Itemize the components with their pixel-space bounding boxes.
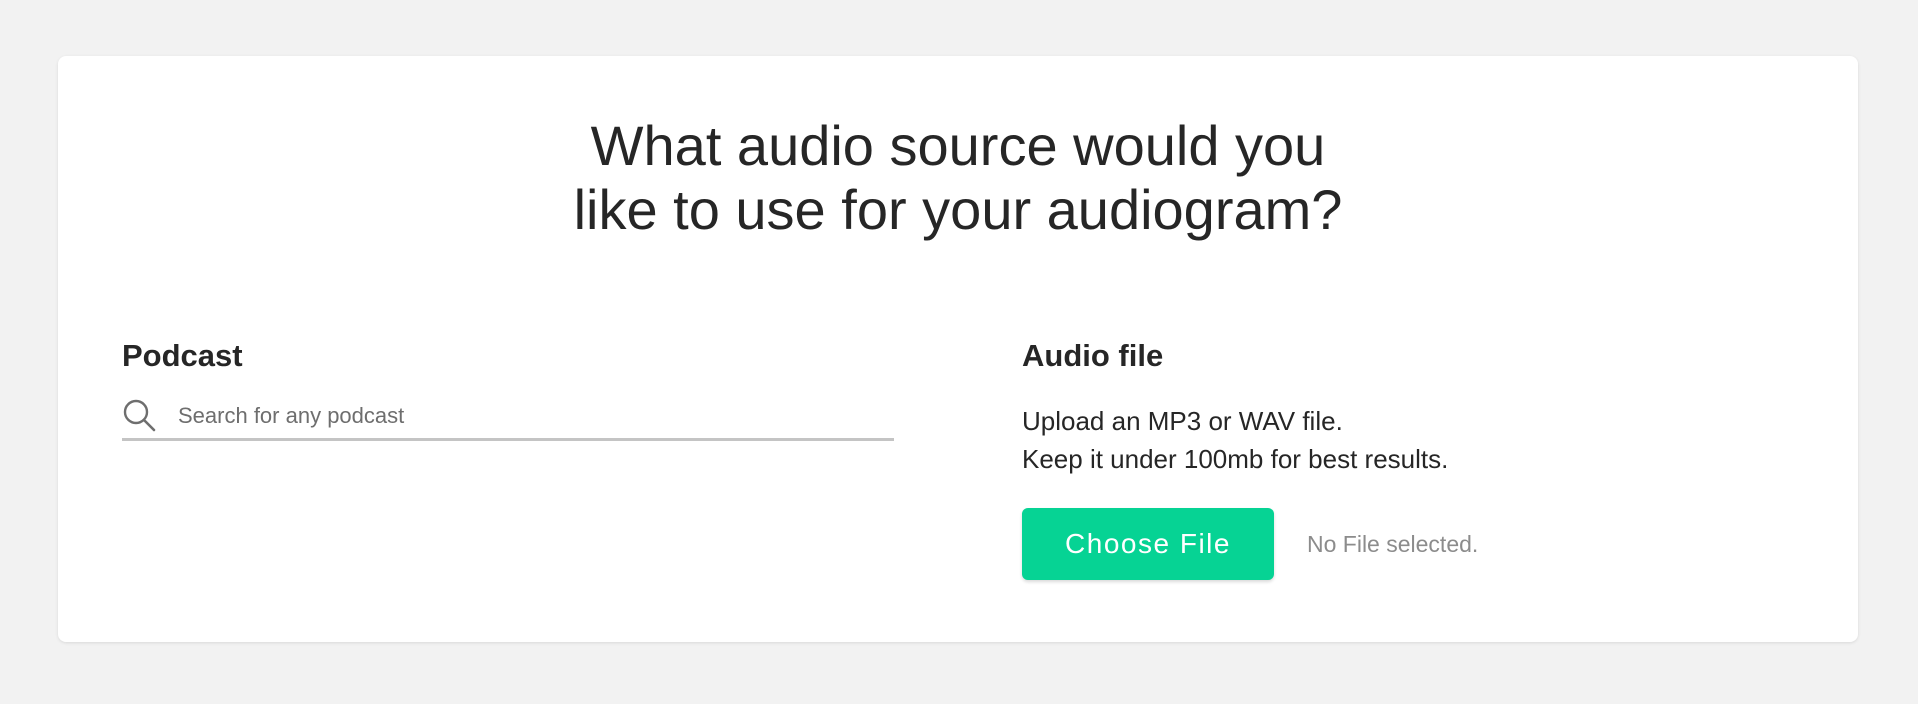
audio-file-heading: Audio file — [1022, 338, 1164, 373]
audio-file-description-line-1: Upload an MP3 or WAV file. — [1022, 406, 1343, 436]
audio-file-section: Audio file Upload an MP3 or WAV file. Ke… — [1022, 336, 1782, 580]
search-icon — [123, 399, 156, 432]
file-status-text: No File selected. — [1307, 530, 1479, 557]
podcast-heading: Podcast — [122, 338, 243, 373]
podcast-section: Podcast — [122, 336, 894, 441]
audio-source-card: What audio source would you like to use … — [58, 56, 1858, 642]
page-title-line-2: like to use for your audiogram? — [573, 178, 1343, 241]
page-title: What audio source would you like to use … — [58, 114, 1858, 242]
audio-file-description-line-2: Keep it under 100mb for best results. — [1022, 444, 1449, 474]
choose-file-button[interactable]: Choose File — [1022, 508, 1274, 580]
file-picker-row: Choose File No File selected. — [1022, 508, 1782, 580]
podcast-search-input[interactable] — [178, 396, 878, 436]
page-title-line-1: What audio source would you — [590, 114, 1326, 177]
audio-file-description: Upload an MP3 or WAV file. Keep it under… — [1022, 402, 1782, 478]
podcast-search-field[interactable] — [122, 396, 894, 441]
